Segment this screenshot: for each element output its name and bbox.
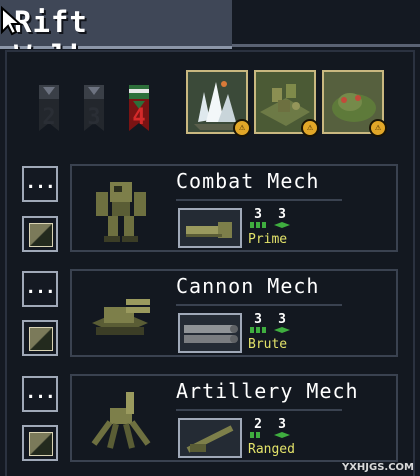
difficulty-flag-normal: 3 — [80, 83, 108, 135]
coin-icon: ⚠ — [301, 119, 319, 137]
combat-mech-icon — [96, 182, 146, 242]
artillery-mech-options-button[interactable]: ... — [22, 376, 58, 412]
move-icon — [250, 327, 266, 333]
coin-icon: ⚠ — [369, 119, 387, 137]
weapon-slot[interactable] — [178, 208, 242, 248]
move-stat: 3 — [248, 207, 268, 230]
watermark: YXHJGS.COM — [341, 462, 414, 473]
palette-swatch-icon — [29, 432, 53, 456]
mech-class: Ranged — [248, 442, 295, 457]
achievement-3[interactable]: ⚠ — [322, 70, 387, 137]
health-icon — [274, 327, 290, 333]
artillery-mech-icon — [91, 392, 151, 449]
achievement-2[interactable]: ⚠ — [254, 70, 319, 137]
health-stat: 3 — [272, 312, 292, 335]
difficulty-flag-hard: 4 — [125, 83, 153, 135]
titan-fist-icon — [186, 222, 232, 238]
mech-card-combat[interactable]: Combat Mech 3 3 Prime — [70, 164, 398, 252]
name-underline — [176, 304, 342, 306]
palette-swatch-icon — [29, 327, 53, 351]
achievement-1[interactable]: ⚠ — [186, 70, 251, 137]
move-icon — [250, 432, 260, 438]
cannon-mech-palette-button[interactable] — [22, 320, 58, 356]
palette-swatch-icon — [29, 223, 53, 247]
move-stat: 3 — [248, 312, 268, 335]
coin-icon: ⚠ — [233, 119, 251, 137]
artillery-mech-palette-button[interactable] — [22, 425, 58, 461]
name-underline — [176, 409, 342, 411]
cannon-mech-options-button[interactable]: ... — [22, 271, 58, 307]
artemis-artillery-icon — [186, 425, 234, 453]
mech-class: Brute — [248, 337, 288, 352]
mech-card-cannon[interactable]: Cannon Mech 3 3 Brute — [70, 269, 398, 357]
mech-class: Prime — [248, 232, 288, 247]
health-icon — [274, 222, 290, 228]
mouse-cursor-icon — [1, 6, 22, 36]
health-stat: 3 — [272, 417, 292, 440]
combat-mech-palette-button[interactable] — [22, 216, 58, 252]
header-divider — [232, 44, 420, 47]
taurus-cannon-icon — [184, 325, 238, 343]
health-stat: 3 — [272, 207, 292, 230]
title-bar: Rift Walkers — [0, 0, 232, 49]
name-underline — [176, 199, 342, 201]
combat-mech-options-button[interactable]: ... — [22, 166, 58, 202]
cannon-mech-icon — [92, 299, 150, 335]
mech-name: Combat Mech — [176, 169, 320, 193]
move-icon — [250, 222, 266, 228]
weapon-slot[interactable] — [178, 418, 242, 458]
move-stat: 2 — [248, 417, 268, 440]
health-icon — [274, 432, 290, 438]
weapon-slot[interactable] — [178, 313, 242, 353]
mech-name: Cannon Mech — [176, 274, 320, 298]
difficulty-flag-easy: 2 — [35, 83, 63, 135]
mech-name: Artillery Mech — [176, 379, 359, 403]
mech-card-artillery[interactable]: Artillery Mech 2 3 Ranged — [70, 374, 398, 462]
